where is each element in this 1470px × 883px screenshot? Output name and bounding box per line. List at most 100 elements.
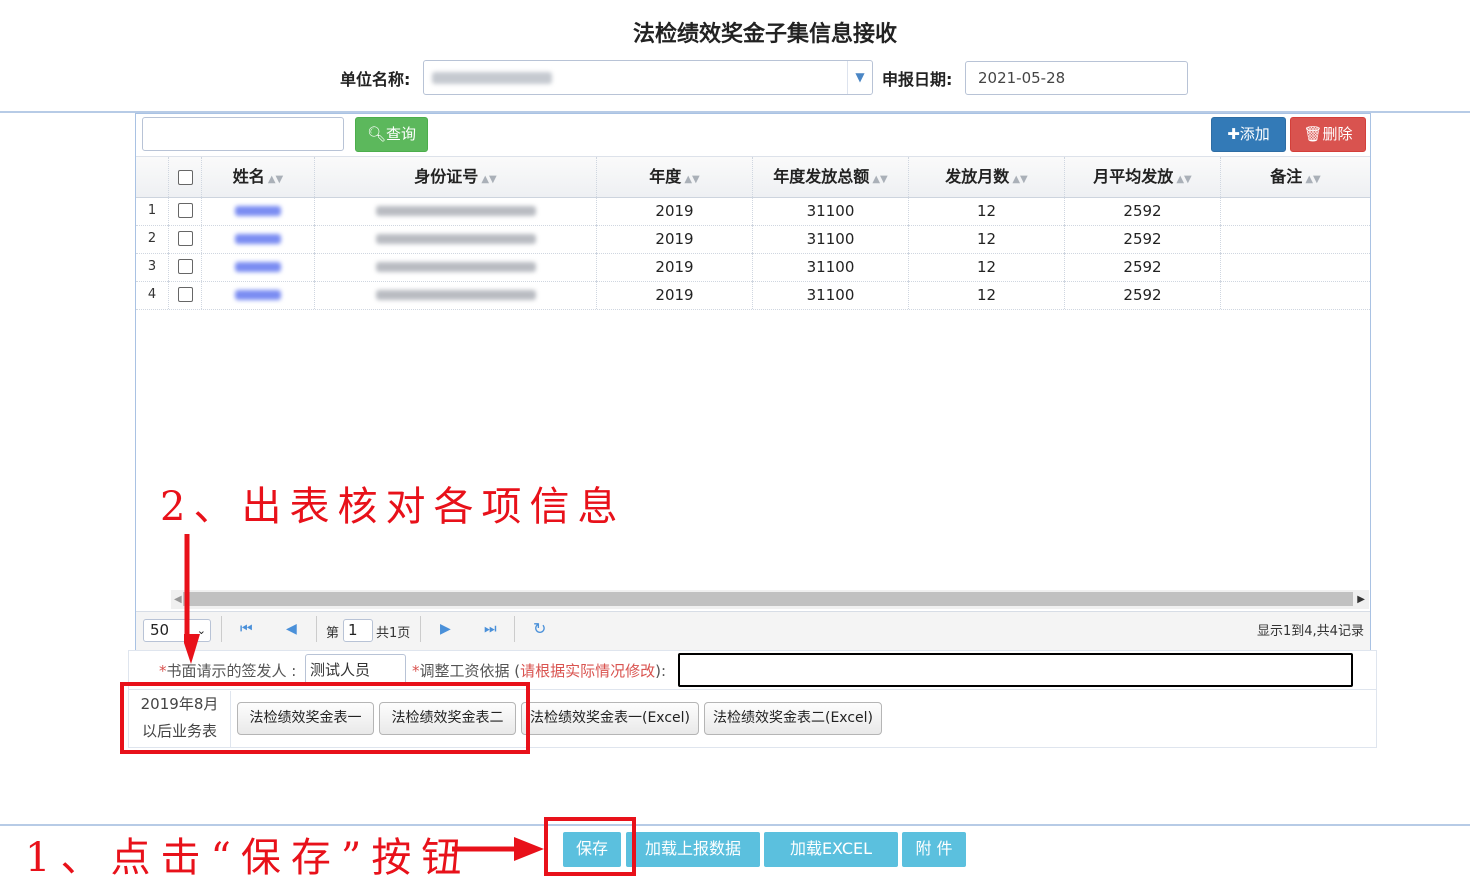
record-summary: 显示1到4,共4记录 [1257, 624, 1364, 639]
months-cell: 12 [909, 281, 1065, 309]
attachment-button[interactable]: 附 件 [902, 832, 966, 867]
unit-name-select[interactable]: ▼ [423, 60, 873, 95]
remark-cell [1221, 225, 1370, 253]
redacted-id [375, 262, 536, 272]
arrow-down-icon [184, 534, 200, 664]
report-highlight-box [120, 682, 530, 754]
row-checkbox[interactable] [178, 231, 193, 246]
unit-name-redacted [432, 72, 552, 84]
select-all-checkbox[interactable] [178, 170, 193, 185]
load-excel-button[interactable]: 加载EXCEL [764, 832, 898, 867]
remark-cell [1221, 253, 1370, 281]
next-page-icon[interactable]: ▶ [440, 619, 451, 639]
year-cell: 2019 [597, 225, 753, 253]
redacted-name [235, 206, 281, 216]
scroll-right-icon[interactable]: ▶ [1357, 590, 1365, 609]
rownum-header [136, 157, 169, 197]
sort-icon: ▲▼ [1012, 174, 1028, 185]
months-cell: 12 [909, 253, 1065, 281]
report-date-label: 申报日期: [882, 70, 953, 89]
table-header: 姓名 ▲▼ 身份证号 ▲▼ 年度 ▲▼ 年度发放总额 ▲▼ 发放月数 ▲▼ 月平均发放 ▲▼… [136, 156, 1370, 198]
page-number-input[interactable]: 1 [343, 619, 373, 642]
remark-cell [1221, 197, 1370, 225]
year-cell: 2019 [597, 253, 753, 281]
report-date-field[interactable]: 2021-05-28 [965, 61, 1188, 95]
year-cell: 2019 [597, 197, 753, 225]
total-cell: 31100 [753, 253, 909, 281]
column-header-average[interactable]: 月平均发放 ▲▼ [1065, 157, 1221, 197]
redacted-name [235, 290, 281, 300]
redacted-name [235, 234, 281, 244]
pager-separator [316, 616, 317, 642]
table-row[interactable]: 3 2019 31100 12 2592 [136, 253, 1370, 282]
prev-page-icon[interactable]: ◀ [286, 619, 297, 639]
redacted-name [235, 262, 281, 272]
row-checkbox-cell [169, 197, 202, 225]
row-checkbox[interactable] [178, 259, 193, 274]
adjust-basis-input[interactable] [678, 653, 1353, 687]
arrow-right-icon [452, 837, 544, 861]
column-header-name[interactable]: 姓名 ▲▼ [202, 157, 315, 197]
pagination-bar [136, 611, 1370, 651]
id-cell [315, 253, 597, 281]
total-cell: 31100 [753, 225, 909, 253]
adjust-basis-label: *调整工资依据 (请根据实际情况修改): [412, 662, 667, 680]
pager-separator [514, 616, 515, 642]
add-button[interactable]: ✚添加 [1211, 117, 1286, 152]
last-page-icon[interactable]: ⏭︎ [484, 619, 497, 639]
remark-cell [1221, 281, 1370, 309]
page-prefix: 第 [326, 626, 340, 641]
pager-separator [420, 616, 421, 642]
chevron-down-icon[interactable]: ▼ [847, 61, 872, 94]
table-row[interactable]: 2 2019 31100 12 2592 [136, 225, 1370, 254]
report-table-2-excel-button[interactable]: 法检绩效奖金表二(Excel) [704, 702, 882, 735]
scrollbar-thumb[interactable] [183, 592, 1353, 606]
report-table-1-excel-button[interactable]: 法检绩效奖金表一(Excel) [521, 702, 699, 735]
scroll-left-icon[interactable]: ◀ [174, 590, 182, 609]
delete-button[interactable]: 🗑︎删除 [1290, 117, 1366, 152]
row-checkbox-cell [169, 253, 202, 281]
redacted-id [375, 206, 536, 216]
redacted-id [375, 234, 536, 244]
sort-icon: ▲▼ [684, 174, 700, 185]
column-header-months[interactable]: 发放月数 ▲▼ [909, 157, 1065, 197]
row-number: 2 [136, 225, 169, 253]
name-cell [202, 197, 315, 225]
name-cell [202, 253, 315, 281]
months-cell: 12 [909, 225, 1065, 253]
sort-icon: ▲▼ [267, 174, 284, 185]
year-cell: 2019 [597, 281, 753, 309]
search-input[interactable] [142, 117, 344, 151]
horizontal-scrollbar[interactable]: ◀ ▶ [171, 590, 1369, 609]
row-checkbox[interactable] [178, 287, 193, 302]
annotation-step1: 1、点击“保存”按钮 [25, 835, 472, 881]
redacted-id [375, 290, 536, 300]
total-cell: 31100 [753, 281, 909, 309]
row-checkbox-cell [169, 225, 202, 253]
row-checkbox-cell [169, 281, 202, 309]
refresh-icon[interactable]: ↻ [533, 619, 546, 639]
average-cell: 2592 [1065, 225, 1221, 253]
average-cell: 2592 [1065, 253, 1221, 281]
average-cell: 2592 [1065, 281, 1221, 309]
load-report-data-button[interactable]: 加载上报数据 [626, 832, 760, 867]
plus-icon: ✚ [1227, 125, 1240, 143]
search-icon: 🔍︎ [366, 125, 387, 143]
column-header-remark[interactable]: 备注 ▲▼ [1221, 157, 1370, 197]
column-header-year[interactable]: 年度 ▲▼ [597, 157, 753, 197]
select-all-cell [169, 157, 202, 197]
first-page-icon[interactable]: ⏮︎ [240, 619, 253, 639]
table-row[interactable]: 4 2019 31100 12 2592 [136, 281, 1370, 310]
table-row[interactable]: 1 2019 31100 12 2592 [136, 197, 1370, 226]
sort-icon: ▲▼ [1176, 174, 1192, 185]
row-checkbox[interactable] [178, 203, 193, 218]
query-button[interactable]: 🔍︎查询 [355, 117, 428, 152]
column-header-total[interactable]: 年度发放总额 ▲▼ [753, 157, 909, 197]
page-total: 共1页 [376, 626, 411, 641]
id-cell [315, 225, 597, 253]
unit-name-label: 单位名称: [340, 70, 411, 89]
total-cell: 31100 [753, 197, 909, 225]
column-header-id[interactable]: 身份证号 ▲▼ [315, 157, 597, 197]
name-cell [202, 225, 315, 253]
sort-icon: ▲▼ [872, 174, 888, 185]
